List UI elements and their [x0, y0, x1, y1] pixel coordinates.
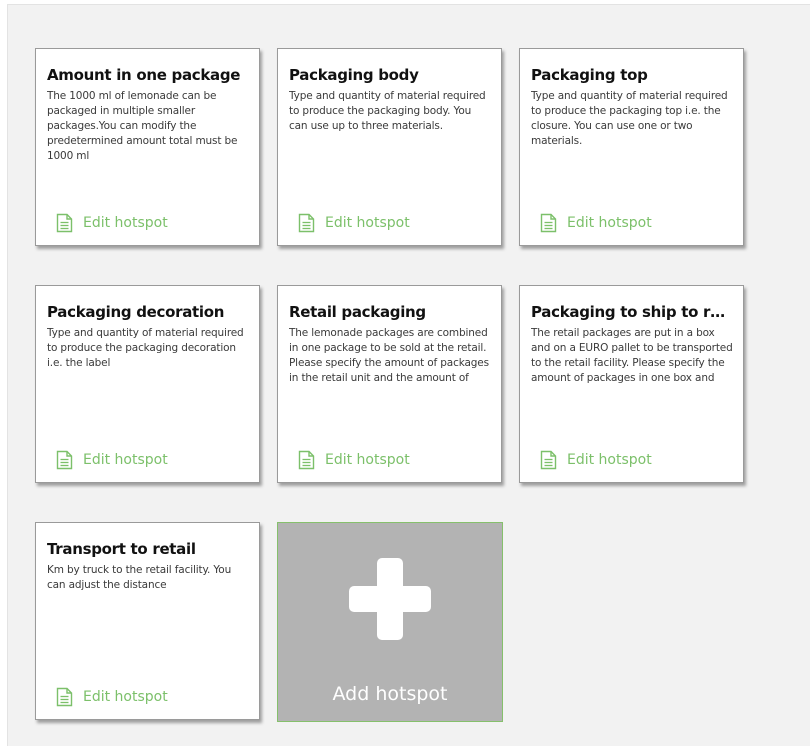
document-icon	[540, 213, 557, 233]
document-icon	[56, 213, 73, 233]
hotspot-card-packaging-decoration: Packaging decoration Type and quantity o…	[35, 285, 260, 483]
edit-hotspot-button[interactable]: Edit hotspot	[56, 450, 168, 470]
document-icon	[56, 450, 73, 470]
edit-hotspot-label: Edit hotspot	[83, 689, 168, 705]
card-description: The retail packages are put in a box and…	[531, 327, 733, 384]
card-title: Packaging to ship to re...	[531, 303, 733, 321]
add-hotspot-label: Add hotspot	[332, 683, 448, 705]
edit-hotspot-button[interactable]: Edit hotspot	[56, 213, 168, 233]
hotspot-card-amount-in-one-package: Amount in one package The 1000 ml of lem…	[35, 48, 260, 246]
card-title: Packaging decoration	[47, 303, 225, 321]
card-title: Transport to retail	[47, 540, 196, 558]
edit-hotspot-button[interactable]: Edit hotspot	[298, 213, 410, 233]
card-description: Type and quantity of material required t…	[47, 327, 244, 369]
hotspot-card-packaging-top: Packaging top Type and quantity of mater…	[519, 48, 744, 246]
card-description: The lemonade packages are combined in on…	[289, 327, 489, 384]
card-title: Packaging top	[531, 66, 648, 84]
edit-hotspot-button[interactable]: Edit hotspot	[540, 213, 652, 233]
document-icon	[540, 450, 557, 470]
plus-icon	[349, 558, 431, 640]
edit-hotspot-label: Edit hotspot	[325, 215, 410, 231]
hotspot-card-transport-to-retail: Transport to retail Km by truck to the r…	[35, 522, 260, 720]
edit-hotspot-button[interactable]: Edit hotspot	[298, 450, 410, 470]
hotspot-card-packaging-body: Packaging body Type and quantity of mate…	[277, 48, 502, 246]
edit-hotspot-label: Edit hotspot	[325, 452, 410, 468]
hotspot-card-retail-packaging: Retail packaging The lemonade packages a…	[277, 285, 502, 483]
edit-hotspot-label: Edit hotspot	[83, 215, 168, 231]
edit-hotspot-label: Edit hotspot	[567, 452, 652, 468]
hotspot-card-packaging-to-ship: Packaging to ship to re... The retail pa…	[519, 285, 744, 483]
card-title: Packaging body	[289, 66, 419, 84]
edit-hotspot-label: Edit hotspot	[567, 215, 652, 231]
hotspot-panel: Amount in one package The 1000 ml of lem…	[7, 4, 810, 746]
card-title: Amount in one package	[47, 66, 241, 84]
document-icon	[298, 213, 315, 233]
document-icon	[56, 687, 73, 707]
card-description: Type and quantity of material required t…	[289, 90, 486, 132]
card-description: Type and quantity of material required t…	[531, 90, 728, 147]
add-hotspot-button[interactable]: Add hotspot	[277, 522, 503, 722]
edit-hotspot-button[interactable]: Edit hotspot	[56, 687, 168, 707]
edit-hotspot-button[interactable]: Edit hotspot	[540, 450, 652, 470]
edit-hotspot-label: Edit hotspot	[83, 452, 168, 468]
card-description: Km by truck to the retail facility. You …	[47, 564, 232, 591]
card-title: Retail packaging	[289, 303, 426, 321]
document-icon	[298, 450, 315, 470]
card-description: The 1000 ml of lemonade can be packaged …	[47, 90, 238, 162]
